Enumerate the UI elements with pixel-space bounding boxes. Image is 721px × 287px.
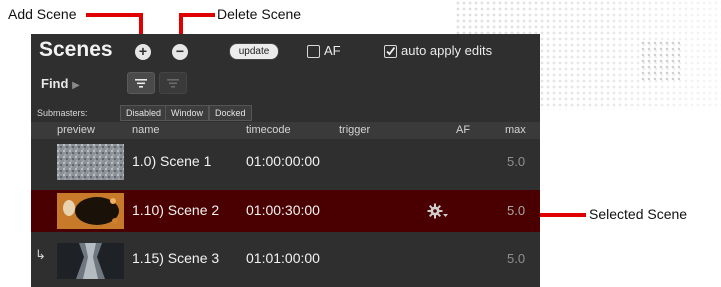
submaster-docked-option[interactable]: Docked	[209, 105, 252, 121]
find-toggle[interactable]: Find ▶	[41, 76, 80, 91]
column-preview[interactable]: preview	[57, 124, 95, 136]
column-timecode[interactable]: timecode	[246, 124, 291, 136]
table-row[interactable]: ↳ 1.15) Scene 3 01:01:00:00 5.0	[31, 237, 540, 279]
callout-line-add-horizontal	[86, 13, 143, 17]
auto-apply-label: auto apply edits	[401, 43, 493, 58]
column-max[interactable]: max	[505, 124, 526, 136]
filter-disabled-button[interactable]	[159, 72, 187, 94]
callout-line-selected	[536, 213, 586, 217]
scene-name: 1.0) Scene 1	[132, 153, 212, 169]
scene-max: 5.0	[507, 251, 526, 266]
submaster-window-option[interactable]: Window	[165, 105, 210, 121]
update-button[interactable]: update	[229, 43, 279, 60]
dot-map-decoration-small	[640, 40, 680, 80]
callout-line-delete-horizontal	[179, 13, 215, 17]
plus-icon: +	[138, 43, 148, 59]
scenes-panel: Scenes + − update AF auto apply edits Fi…	[31, 34, 540, 287]
add-scene-button[interactable]: +	[135, 44, 151, 60]
child-indent-arrow-icon: ↳	[35, 247, 46, 262]
callout-add-scene: Add Scene	[8, 6, 77, 22]
callout-delete-scene: Delete Scene	[217, 6, 302, 22]
table-header: preview name timecode trigger AF max	[31, 122, 540, 139]
checkmark-icon	[386, 46, 396, 56]
scene-preview-thumbnail	[57, 193, 124, 229]
table-row-selected[interactable]: 1.10) Scene 2 01:00:30:00 5.0	[31, 190, 540, 232]
af-checkbox-label: AF	[324, 43, 341, 58]
disclosure-arrow-icon: ▶	[72, 80, 80, 91]
scene-timecode: 01:00:30:00	[246, 202, 320, 218]
scene-timecode: 01:01:00:00	[246, 250, 320, 266]
minus-icon: −	[175, 43, 185, 59]
find-label: Find	[41, 76, 69, 91]
submasters-label: Submasters:	[37, 108, 88, 118]
af-checkbox[interactable]	[307, 45, 320, 58]
callout-selected-scene: Selected Scene	[589, 206, 688, 222]
scene-preview-thumbnail	[57, 144, 124, 180]
column-trigger[interactable]: trigger	[339, 124, 370, 136]
column-name[interactable]: name	[132, 124, 160, 136]
gear-dropdown-icon[interactable]	[427, 203, 449, 219]
scene-timecode: 01:00:00:00	[246, 153, 320, 169]
table-row[interactable]: 1.0) Scene 1 01:00:00:00 5.0	[31, 141, 540, 183]
scene-max: 5.0	[507, 203, 526, 218]
filter-icon-disabled	[167, 79, 179, 88]
filter-button[interactable]	[127, 72, 155, 94]
scene-max: 5.0	[507, 154, 526, 169]
scene-name: 1.10) Scene 2	[132, 202, 220, 218]
auto-apply-checkbox[interactable]	[384, 45, 397, 58]
panel-title: Scenes	[39, 38, 113, 61]
column-af[interactable]: AF	[456, 124, 470, 136]
scene-preview-thumbnail	[57, 243, 124, 279]
filter-icon	[135, 79, 147, 88]
scene-name: 1.15) Scene 3	[132, 250, 220, 266]
delete-scene-button[interactable]: −	[172, 44, 188, 60]
submaster-disabled-option[interactable]: Disabled	[120, 105, 168, 121]
